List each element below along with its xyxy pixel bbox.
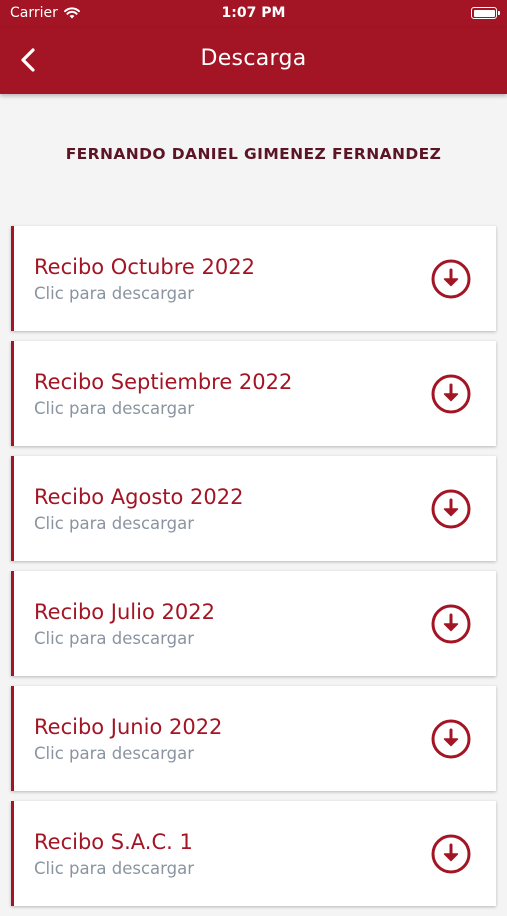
receipt-subtitle: Clic para descargar	[34, 629, 194, 648]
download-icon[interactable]	[430, 833, 472, 875]
download-icon[interactable]	[430, 373, 472, 415]
receipt-card[interactable]: Recibo Agosto 2022 Clic para descargar	[11, 456, 496, 561]
receipt-title: Recibo Junio 2022	[34, 715, 223, 739]
download-icon[interactable]	[430, 488, 472, 530]
battery-icon	[471, 7, 500, 19]
receipt-card[interactable]: Recibo Junio 2022 Clic para descargar	[11, 686, 496, 791]
receipt-card[interactable]: Recibo Julio 2022 Clic para descargar	[11, 571, 496, 676]
receipt-title: Recibo Octubre 2022	[34, 255, 255, 279]
receipt-list: Recibo Octubre 2022 Clic para descargar …	[11, 226, 496, 916]
receipt-title: Recibo Agosto 2022	[34, 485, 244, 509]
nav-bar: Descarga	[0, 28, 507, 94]
download-icon[interactable]	[430, 603, 472, 645]
receipt-subtitle: Clic para descargar	[34, 859, 194, 878]
download-icon[interactable]	[430, 258, 472, 300]
receipt-card[interactable]: Recibo Octubre 2022 Clic para descargar	[11, 226, 496, 331]
receipt-subtitle: Clic para descargar	[34, 514, 194, 533]
receipt-title: Recibo S.A.C. 1	[34, 830, 193, 854]
receipt-title: Recibo Septiembre 2022	[34, 370, 293, 394]
status-bar: Carrier 1:07 PM	[0, 0, 507, 28]
receipt-title: Recibo Julio 2022	[34, 600, 215, 624]
receipt-subtitle: Clic para descargar	[34, 744, 194, 763]
clock: 1:07 PM	[221, 5, 286, 21]
download-icon[interactable]	[430, 718, 472, 760]
receipt-subtitle: Clic para descargar	[34, 284, 194, 303]
receipt-card[interactable]: Recibo S.A.C. 1 Clic para descargar	[11, 801, 496, 906]
page-title: Descarga	[200, 46, 307, 71]
receipt-card[interactable]: Recibo Septiembre 2022 Clic para descarg…	[11, 341, 496, 446]
employee-name: FERNANDO DANIEL GIMENEZ FERNANDEZ	[65, 145, 442, 163]
receipt-subtitle: Clic para descargar	[34, 399, 194, 418]
